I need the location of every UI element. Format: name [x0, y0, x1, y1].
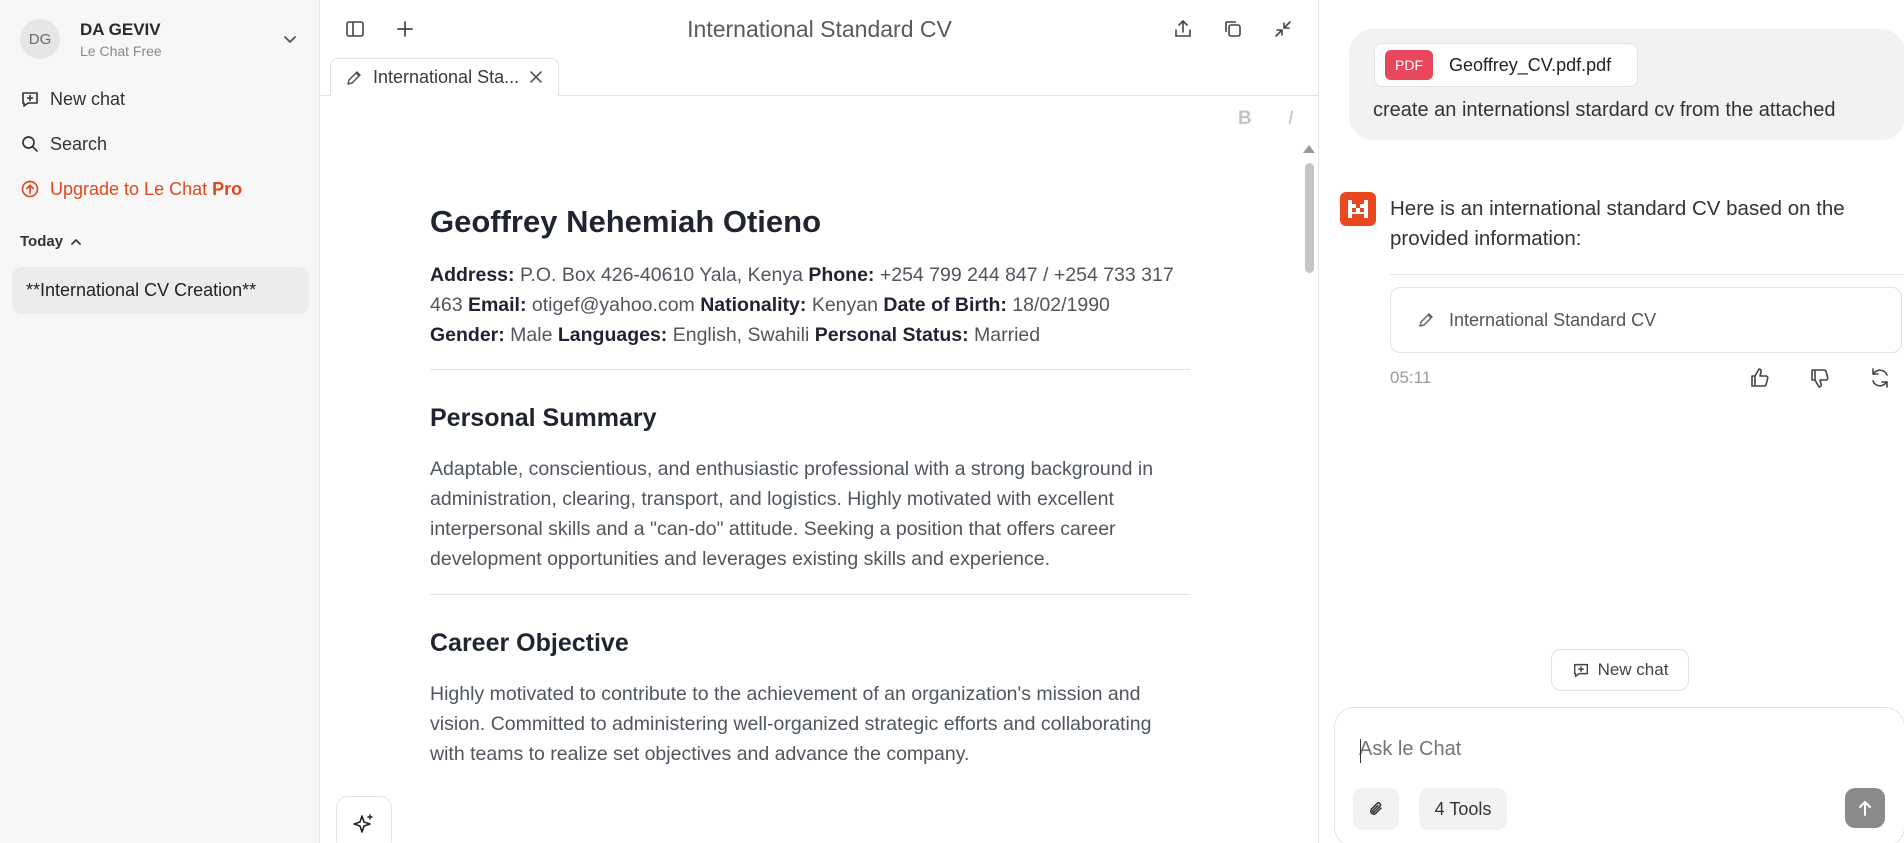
account-name: DA GEVIV	[80, 19, 161, 39]
sidebar-new-chat[interactable]: New chat	[20, 84, 125, 114]
tools-button[interactable]: 4 Tools	[1419, 788, 1507, 830]
divider	[430, 594, 1190, 595]
tools-label: 4 Tools	[1434, 798, 1492, 819]
paperclip-icon	[1369, 802, 1382, 815]
sparkle-icon	[353, 814, 373, 833]
sidebar: DG DA GEVIV Le Chat Free New chat Search	[0, 0, 320, 843]
regenerate-icon[interactable]	[1868, 366, 1892, 390]
detail-label-languages: Languages:	[557, 324, 668, 346]
new-chat-icon	[1573, 663, 1588, 678]
user-message: PDF Geoffrey_CV.pdf.pdf create an intern…	[1349, 29, 1904, 140]
thumbs-up-icon[interactable]	[1748, 366, 1772, 390]
text-caret	[1360, 739, 1361, 763]
cv-document[interactable]: Geoffrey Nehemiah Otieno Address: P.O. B…	[430, 200, 1190, 769]
divider	[430, 369, 1190, 370]
search-icon	[22, 136, 38, 152]
message-timestamp: 05:11	[1390, 368, 1432, 387]
detail-value-status: Married	[968, 324, 1041, 346]
chat-panel: PDF Geoffrey_CV.pdf.pdf create an intern…	[1319, 0, 1904, 843]
pdf-badge: PDF	[1385, 50, 1433, 80]
tab-label: International Sta...	[373, 67, 520, 87]
scrollbar-thumb[interactable]	[1305, 163, 1314, 273]
send-button[interactable]	[1845, 788, 1885, 828]
avatar: DG	[20, 19, 60, 59]
detail-value-address: P.O. Box 426-40610 Yala, Kenya	[514, 264, 809, 286]
conversation-title: **International CV Creation**	[26, 280, 257, 300]
upgrade-link[interactable]: Upgrade to Le Chat Pro	[20, 174, 242, 204]
upgrade-pro-label: Pro	[212, 178, 243, 199]
editor-toolbar: International Standard CV	[320, 0, 1319, 58]
document-card-label: International Standard CV	[1449, 309, 1657, 330]
app-window: DG DA GEVIV Le Chat Free New chat Search	[0, 0, 1904, 843]
document-card[interactable]: International Standard CV	[1390, 287, 1902, 353]
upgrade-label: Upgrade to Le Chat	[50, 178, 208, 199]
section-today-label: Today	[20, 233, 64, 250]
summary-heading: Personal Summary	[430, 404, 657, 432]
summary-text: Adaptable, conscientious, and enthusiast…	[430, 458, 1154, 570]
new-chat-icon	[22, 92, 38, 107]
chevron-up-icon	[71, 238, 81, 245]
tab-bar: International Sta...	[320, 58, 1319, 96]
objective-heading: Career Objective	[430, 629, 629, 657]
chevron-down-icon[interactable]	[280, 29, 300, 49]
assistant-logo-icon	[1340, 192, 1376, 226]
ai-assist-button[interactable]	[336, 796, 392, 843]
tab-document[interactable]: International Sta...	[330, 58, 559, 96]
pencil-icon	[347, 70, 361, 85]
new-chat-button-label: New chat	[1597, 660, 1669, 679]
detail-label-nationality: Nationality:	[700, 294, 807, 316]
detail-value-email: otigef@yahoo.com	[526, 294, 701, 316]
attach-button[interactable]	[1353, 788, 1399, 830]
detail-label-dob: Date of Birth:	[883, 294, 1007, 316]
account-text: DA GEVIV Le Chat Free	[80, 20, 162, 59]
pencil-icon	[1419, 313, 1433, 327]
objective-text: Highly motivated to contribute to the ac…	[430, 683, 1152, 765]
conversation-item[interactable]: **International CV Creation**	[12, 267, 309, 314]
cv-name: Geoffrey Nehemiah Otieno	[430, 204, 822, 239]
upgrade-arrow-icon	[21, 180, 39, 198]
bold-button[interactable]: B	[1238, 108, 1252, 130]
detail-value-dob: 18/02/1990	[1006, 294, 1110, 316]
detail-label-gender: Gender:	[430, 324, 505, 346]
scrollbar[interactable]	[1303, 145, 1315, 843]
detail-label-email: Email:	[467, 294, 527, 316]
attachment-chip[interactable]: PDF Geoffrey_CV.pdf.pdf	[1374, 43, 1638, 87]
account-plan: Le Chat Free	[80, 42, 162, 59]
copy-icon[interactable]	[1220, 16, 1246, 42]
account-switcher[interactable]: DG DA GEVIV Le Chat Free	[20, 18, 300, 60]
thumbs-down-icon[interactable]	[1808, 366, 1832, 390]
collapse-icon[interactable]	[1270, 16, 1296, 42]
new-chat-label: New chat	[50, 88, 126, 109]
new-chat-button[interactable]: New chat	[1551, 649, 1689, 691]
divider	[1390, 274, 1904, 275]
user-message-text: create an internationsl stardard cv from…	[1373, 99, 1836, 121]
search-label: Search	[50, 133, 108, 154]
scroll-up-arrow-icon[interactable]	[1303, 145, 1315, 153]
detail-label-phone: Phone:	[808, 264, 875, 286]
chat-composer: 4 Tools	[1334, 707, 1904, 843]
section-today[interactable]: Today	[20, 233, 83, 250]
share-icon[interactable]	[1170, 16, 1196, 42]
attachment-name: Geoffrey_CV.pdf.pdf	[1449, 54, 1612, 75]
detail-value-languages: English, Swahili	[667, 324, 815, 346]
cv-contact-details: Address: P.O. Box 426-40610 Yala, Kenya …	[430, 260, 1190, 350]
close-icon[interactable]	[528, 69, 544, 85]
italic-button[interactable]: I	[1288, 108, 1293, 130]
detail-label-status: Personal Status:	[814, 324, 969, 346]
assistant-message-text: Here is an international standard CV bas…	[1390, 197, 1845, 250]
chat-input[interactable]	[1359, 738, 1859, 761]
detail-label-address: Address:	[430, 264, 515, 286]
sidebar-search[interactable]: Search	[20, 129, 107, 159]
detail-value-nationality: Kenyan	[806, 294, 884, 316]
detail-value-gender: Male	[504, 324, 558, 346]
send-arrow-icon	[1859, 801, 1871, 816]
document-editor: International Standard CV International …	[320, 0, 1319, 843]
